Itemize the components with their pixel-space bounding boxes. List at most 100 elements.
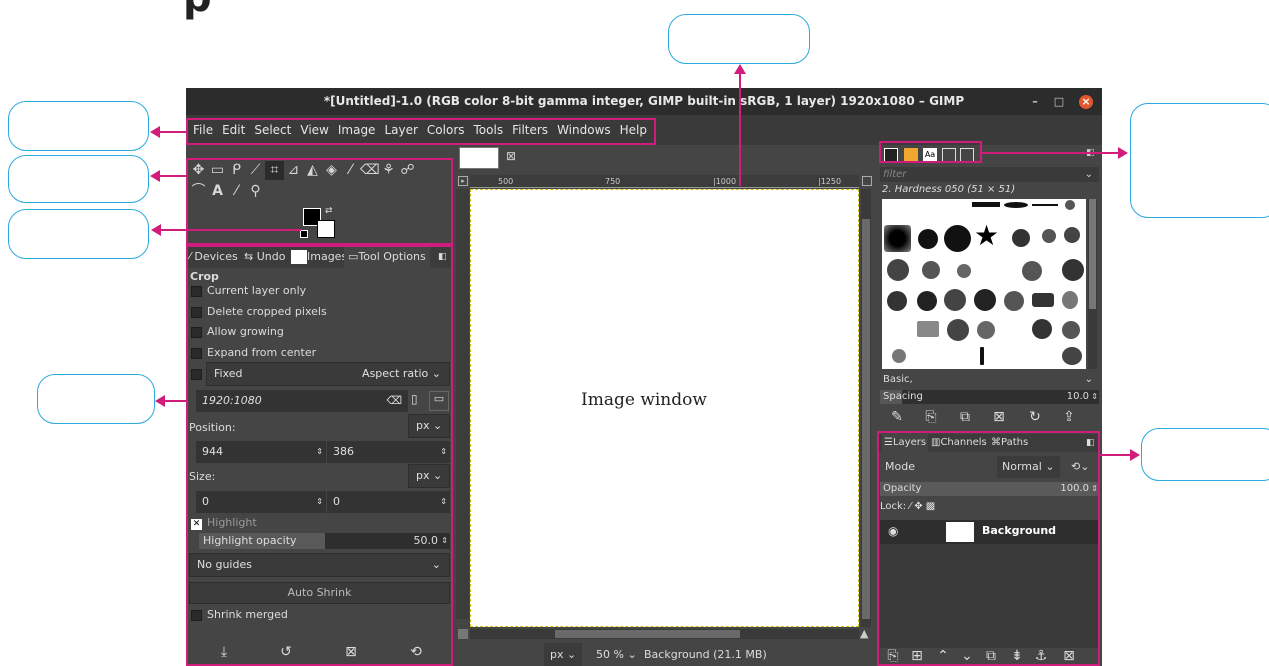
brush-item[interactable] bbox=[944, 289, 966, 311]
arrow-colors bbox=[151, 224, 161, 236]
close-button[interactable]: × bbox=[1079, 95, 1093, 109]
brush-item[interactable] bbox=[1032, 293, 1054, 307]
highlight-layers-dock bbox=[877, 431, 1100, 666]
brush-item[interactable] bbox=[922, 261, 940, 279]
brush-selected[interactable] bbox=[884, 225, 911, 252]
status-unit: px bbox=[550, 648, 564, 661]
chevron-down-icon: ⌄ bbox=[567, 648, 577, 661]
brush-item[interactable] bbox=[1004, 202, 1028, 208]
spacing-slider[interactable]: Spacing 10.0 ⇕ bbox=[880, 390, 1099, 404]
connector-tool-options bbox=[164, 400, 186, 402]
ruler-vertical bbox=[456, 189, 469, 619]
horizontal-scrollbar[interactable] bbox=[470, 629, 859, 639]
status-layer-info: Background (21.1 MB) bbox=[644, 648, 767, 661]
ruler-label: |1250 bbox=[818, 177, 842, 186]
zoom-follow-icon[interactable] bbox=[862, 176, 872, 186]
title-bar: *[Untitled]-1.0 (RGB color 8-bit gamma i… bbox=[186, 88, 1102, 115]
brushes-dock: Aa ◧ filter⌄ 2. Hardness 050 (51 × 51) ★ bbox=[879, 145, 1102, 435]
brush-grid[interactable]: ★ bbox=[882, 199, 1086, 369]
ruler-horizontal: 500 750 |1000 |1250 bbox=[470, 175, 859, 188]
scroll-thumb[interactable] bbox=[862, 219, 870, 619]
ruler-corner-icon[interactable]: ▸ bbox=[458, 176, 468, 186]
spin-icon[interactable]: ⇕ bbox=[1091, 390, 1098, 404]
callout-brushes bbox=[1130, 103, 1269, 218]
brush-item[interactable] bbox=[1042, 229, 1056, 243]
edit-brush-icon[interactable]: ✎ bbox=[887, 409, 907, 425]
maximize-button[interactable]: □ bbox=[1052, 95, 1066, 109]
canvas-label: Image window bbox=[581, 390, 707, 410]
brush-item[interactable] bbox=[887, 291, 907, 311]
connector-layers bbox=[1100, 454, 1130, 456]
callout-title-bar bbox=[668, 14, 810, 64]
minimize-button[interactable]: – bbox=[1028, 95, 1042, 109]
zoom-value: 50 % bbox=[596, 648, 624, 661]
brush-filter-input[interactable]: filter ⌄ bbox=[880, 167, 1099, 182]
brush-item[interactable] bbox=[1064, 227, 1080, 243]
brush-item[interactable] bbox=[917, 321, 939, 337]
callout-layers bbox=[1141, 428, 1269, 481]
brush-item[interactable] bbox=[957, 264, 971, 278]
navigate-icon[interactable]: ▲ bbox=[860, 627, 868, 640]
export-brush-icon[interactable]: ⇪ bbox=[1059, 409, 1079, 425]
scroll-thumb[interactable] bbox=[1089, 199, 1096, 309]
scroll-thumb[interactable] bbox=[555, 630, 740, 638]
brush-item[interactable] bbox=[972, 202, 1000, 207]
callout-menu-bar bbox=[8, 101, 149, 151]
canvas[interactable]: Image window bbox=[470, 189, 859, 627]
brush-item[interactable] bbox=[980, 347, 984, 365]
callout-colors bbox=[8, 209, 149, 259]
status-unit-select[interactable]: px ⌄ bbox=[544, 643, 583, 666]
brush-item[interactable] bbox=[974, 289, 996, 311]
ruler-label: 750 bbox=[605, 177, 621, 186]
brush-item[interactable] bbox=[1062, 347, 1082, 365]
filter-placeholder: filter bbox=[883, 169, 907, 180]
brush-item[interactable] bbox=[892, 349, 906, 363]
delete-brush-icon[interactable]: ⊠ bbox=[989, 409, 1009, 425]
header-fragment: p bbox=[183, 0, 243, 18]
refresh-brush-icon[interactable]: ↻ bbox=[1025, 409, 1045, 425]
brush-item[interactable] bbox=[1062, 321, 1080, 339]
brush-item[interactable] bbox=[1012, 229, 1030, 247]
spacing-label: Spacing bbox=[883, 391, 923, 402]
highlight-tool-options bbox=[186, 245, 453, 666]
highlight-dock-tabs bbox=[879, 141, 982, 163]
spacing-value: 10.0 bbox=[1066, 391, 1089, 402]
connector-colors bbox=[160, 229, 301, 231]
arrow-image-window bbox=[734, 64, 746, 74]
connector-image-window bbox=[739, 74, 741, 186]
brush-name: 2. Hardness 050 (51 × 51) bbox=[882, 184, 1016, 195]
brush-item[interactable] bbox=[947, 319, 969, 341]
close-tab-icon[interactable]: ⊠ bbox=[506, 149, 516, 163]
duplicate-brush-icon[interactable]: ⧉ bbox=[955, 409, 975, 425]
star-brush-icon[interactable]: ★ bbox=[974, 221, 999, 251]
ruler-label: 500 bbox=[498, 177, 514, 186]
brush-item[interactable] bbox=[944, 225, 971, 252]
brush-item[interactable] bbox=[977, 321, 995, 339]
brush-item[interactable] bbox=[1004, 291, 1024, 311]
connector-menu bbox=[159, 131, 186, 133]
brush-item[interactable] bbox=[1062, 259, 1084, 281]
brush-scrollbar[interactable] bbox=[1088, 199, 1097, 369]
brush-item[interactable] bbox=[887, 259, 909, 281]
brush-item[interactable] bbox=[1032, 204, 1058, 206]
arrow-menu bbox=[150, 126, 160, 138]
brush-item[interactable] bbox=[1032, 319, 1052, 339]
quick-mask-icon[interactable] bbox=[458, 629, 468, 639]
connector-toolbox bbox=[159, 175, 186, 177]
highlight-menu-bar bbox=[186, 118, 656, 145]
brush-tag-select[interactable]: Basic, ⌄ bbox=[880, 373, 1099, 387]
arrow-layers bbox=[1130, 449, 1140, 461]
image-tab[interactable] bbox=[459, 147, 499, 169]
brush-item[interactable] bbox=[1022, 261, 1042, 281]
arrow-toolbox bbox=[150, 170, 160, 182]
brush-item[interactable] bbox=[917, 291, 937, 311]
brush-item[interactable] bbox=[918, 229, 938, 249]
brush-item[interactable] bbox=[1065, 200, 1075, 210]
zoom-select[interactable]: 50 % ⌄ bbox=[592, 643, 641, 666]
arrow-brushes bbox=[1118, 147, 1128, 159]
brush-item[interactable] bbox=[1062, 291, 1078, 309]
vertical-scrollbar[interactable] bbox=[861, 189, 871, 627]
callout-toolbox bbox=[8, 155, 149, 203]
new-brush-icon[interactable]: ⎘ bbox=[921, 409, 941, 425]
brush-tag: Basic, bbox=[883, 374, 913, 385]
